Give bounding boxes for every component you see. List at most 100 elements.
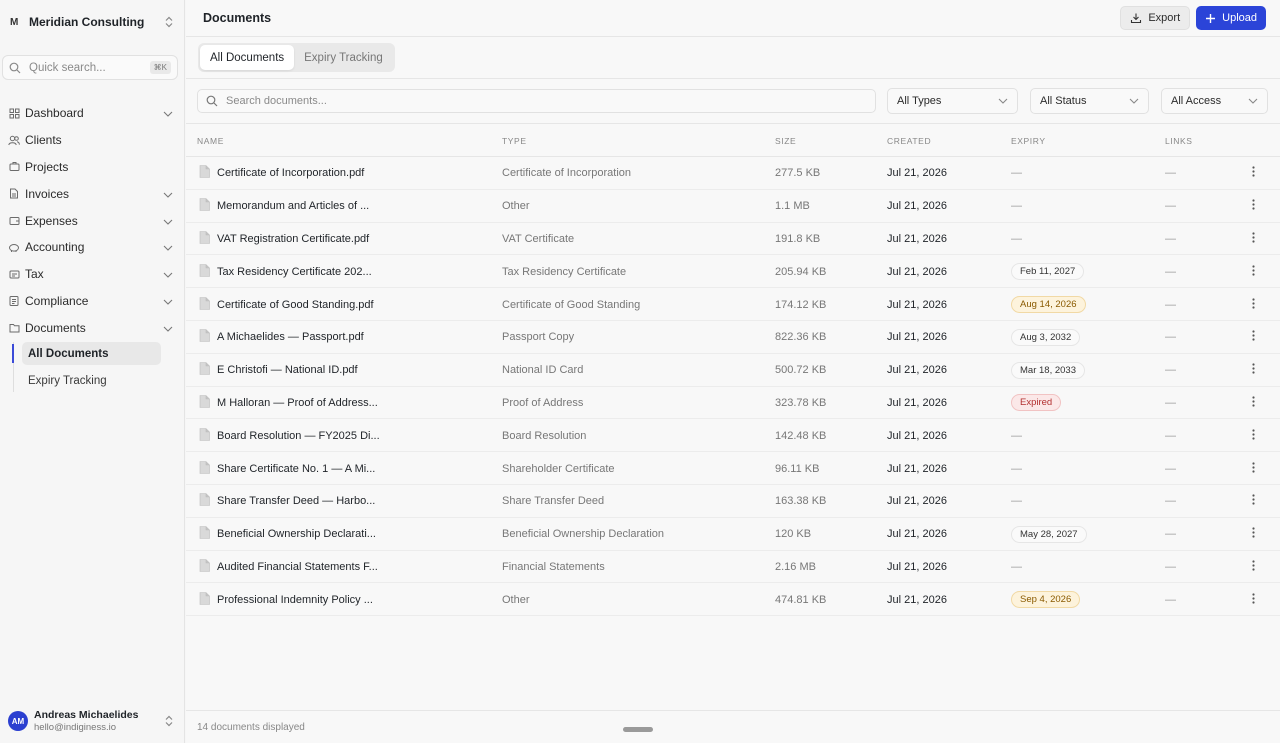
document-name-cell[interactable]: A Michaelides — Passport.pdf [199,321,364,354]
column-header-name[interactable]: NAME [197,136,224,146]
sidebar-subitem-all-documents[interactable]: All Documents [22,342,161,366]
table-row[interactable]: A Michaelides — Passport.pdf Passport Cop… [186,321,1280,354]
status-filter-select[interactable]: All Status [1030,88,1149,114]
table-row[interactable]: Audited Financial Statements F... Financi… [186,551,1280,584]
table-row[interactable]: Beneficial Ownership Declarati... Benefic… [186,518,1280,551]
row-actions-button[interactable] [1252,255,1255,288]
document-created: Jul 21, 2026 [887,364,947,377]
column-header-links[interactable]: LINKS [1165,136,1193,146]
row-actions-button[interactable] [1252,354,1255,387]
table-row[interactable]: Certificate of Good Standing.pdf Certific… [186,288,1280,321]
chevrons-up-down-icon [165,16,173,28]
document-name-cell[interactable]: Share Certificate No. 1 — A Mi... [199,452,375,485]
document-name-cell[interactable]: Board Resolution — FY2025 Di... [199,419,380,452]
resize-handle[interactable] [623,727,653,732]
chevron-down-icon [163,214,173,228]
table-row[interactable]: Professional Indemnity Policy ... Other 47… [186,583,1280,617]
document-name-cell[interactable]: Professional Indemnity Policy ... [199,583,373,616]
row-actions-button[interactable] [1252,387,1255,420]
document-created: Jul 21, 2026 [887,495,947,508]
type-filter-select[interactable]: All Types [887,88,1018,114]
sidebar-item-projects[interactable]: Projects [0,154,185,181]
sidebar-item-compliance[interactable]: Compliance [0,288,185,315]
table-row[interactable]: E Christofi — National ID.pdf National ID… [186,354,1280,387]
tab-expiry-tracking[interactable]: Expiry Tracking [294,45,393,70]
document-type: Tax Residency Certificate [502,265,627,278]
row-actions-button[interactable] [1252,223,1255,256]
tab-all-documents[interactable]: All Documents [200,45,295,70]
document-name-cell[interactable]: E Christofi — National ID.pdf [199,354,358,387]
row-actions-button[interactable] [1252,518,1255,551]
document-size: 277.5 KB [775,167,821,180]
document-name-cell[interactable]: Share Transfer Deed — Harbo... [199,485,375,518]
row-actions-button[interactable] [1252,190,1255,223]
row-actions-button[interactable] [1252,321,1255,354]
table-row[interactable]: Certificate of Incorporation.pdf Certific… [186,157,1280,190]
search-input[interactable]: Search documents... [197,89,876,113]
column-header-type[interactable]: TYPE [502,136,527,146]
user-name: Andreas Michaelides [34,709,139,721]
chevron-down-icon [1248,98,1258,104]
document-name-cell[interactable]: Certificate of Good Standing.pdf [199,288,374,321]
row-actions-button[interactable] [1252,485,1255,518]
table-footer: 14 documents displayed [186,710,1280,743]
sidebar-item-accounting[interactable]: Accounting [0,234,185,261]
export-label: Export [1148,12,1181,24]
table-row[interactable]: Memorandum and Articles of ... Other 1.1 M… [186,190,1280,223]
row-actions-button[interactable] [1252,157,1255,190]
row-actions-button[interactable] [1252,583,1255,616]
sidebar-item-documents[interactable]: Documents [0,314,185,341]
status-filter-value: All Status [1040,95,1087,107]
expiry-badge: Aug 3, 2032 [1011,328,1081,346]
org-switcher[interactable]: M Meridian Consulting [0,0,185,44]
access-filter-select[interactable]: All Access [1161,88,1268,114]
user-menu[interactable]: AM Andreas Michaelides hello@indiginess.… [0,699,185,743]
document-name-cell[interactable]: Audited Financial Statements F... [199,551,378,584]
download-icon [1131,13,1142,24]
document-created: Jul 21, 2026 [887,200,947,213]
table-row[interactable]: M Halloran — Proof of Address... Proof of… [186,387,1280,420]
export-button[interactable]: Export [1120,6,1191,30]
row-actions-button[interactable] [1252,551,1255,584]
table-row[interactable]: Share Transfer Deed — Harbo... Share Tran… [186,485,1280,518]
quick-search[interactable]: Quick search... ⌘K [2,55,178,80]
more-vertical-icon [1252,297,1255,312]
document-type: National ID Card [502,364,584,377]
document-name-cell[interactable]: VAT Registration Certificate.pdf [199,223,369,256]
expiry-empty: — [1011,167,1022,180]
sidebar-item-clients[interactable]: Clients [0,127,185,154]
row-actions-button[interactable] [1252,419,1255,452]
document-name-cell[interactable]: Beneficial Ownership Declarati... [199,518,376,551]
document-created: Jul 21, 2026 [887,560,947,573]
document-icon [199,296,210,313]
document-name-cell[interactable]: Certificate of Incorporation.pdf [199,157,364,190]
document-expiry: Aug 14, 2026 [1011,288,1086,321]
document-name-cell[interactable]: M Halloran — Proof of Address... [199,387,378,420]
sidebar-item-label: Accounting [25,240,85,255]
document-name: Beneficial Ownership Declarati... [217,528,376,541]
sidebar-item-expenses[interactable]: Expenses [0,207,185,234]
column-header-expiry[interactable]: EXPIRY [1011,136,1046,146]
expiry-empty: — [1011,495,1022,508]
document-name-cell[interactable]: Memorandum and Articles of ... [199,190,369,223]
sidebar-item-dashboard[interactable]: Dashboard [0,100,185,127]
sidebar-item-label: Clients [25,133,62,148]
table-row[interactable]: Tax Residency Certificate 202... Tax Resi… [186,255,1280,289]
sidebar-subitem-expiry-tracking[interactable]: Expiry Tracking [22,369,161,392]
expiry-badge: Expired [1011,394,1062,412]
row-actions-button[interactable] [1252,288,1255,321]
more-vertical-icon [1252,461,1255,476]
more-vertical-icon [1252,560,1255,574]
row-actions-button[interactable] [1252,452,1255,485]
sidebar-item-tax[interactable]: Tax [0,261,185,288]
table-row[interactable]: Board Resolution — FY2025 Di... Board Res… [186,419,1280,453]
file-icon [8,188,20,200]
upload-button[interactable]: Upload [1196,6,1266,30]
sidebar-item-invoices[interactable]: Invoices [0,180,185,207]
table-row[interactable]: VAT Registration Certificate.pdf VAT Cert… [186,223,1280,256]
column-header-size[interactable]: SIZE [775,136,796,146]
table-row[interactable]: Share Certificate No. 1 — A Mi... Shareho… [186,452,1280,485]
chevron-down-icon [163,240,173,254]
document-name-cell[interactable]: Tax Residency Certificate 202... [199,255,372,288]
column-header-created[interactable]: CREATED [887,136,931,146]
